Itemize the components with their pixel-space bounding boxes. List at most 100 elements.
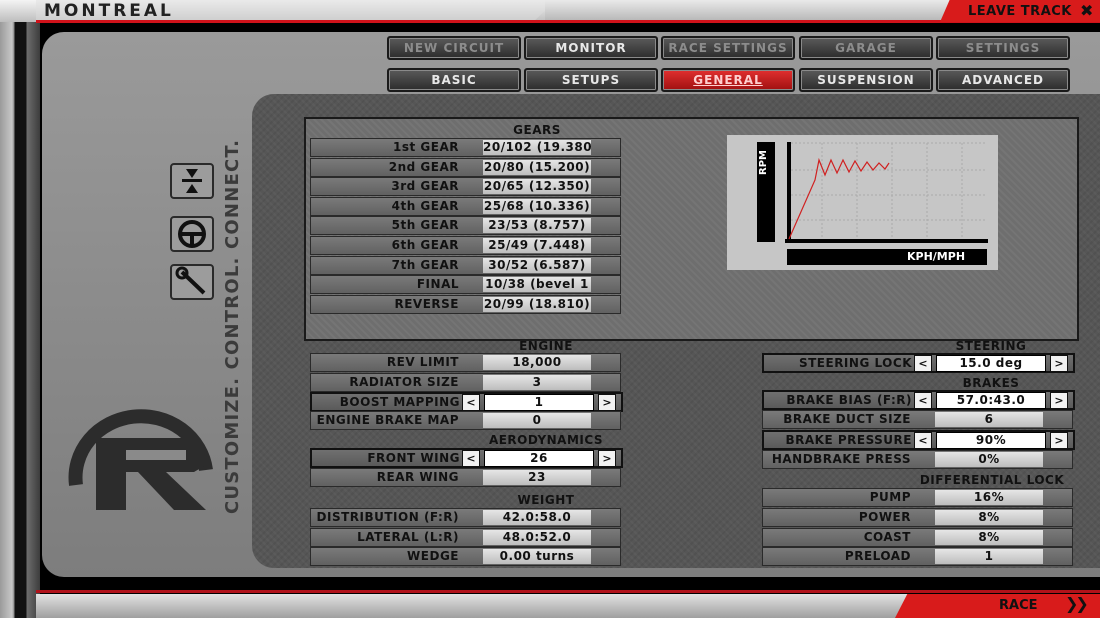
top-bar-strip — [545, 0, 955, 20]
engine-row-2[interactable]: BOOST MAPPING <1 > — [310, 392, 623, 412]
brakes-title: BRAKES — [962, 376, 1020, 390]
setting-label: PUMP — [869, 490, 911, 504]
decrease-arrow-icon[interactable]: < — [914, 392, 932, 409]
setting-label: 3rd GEAR — [391, 179, 459, 194]
setting-label: REAR WING — [376, 470, 459, 484]
leave-track-label: LEAVE TRACK — [968, 4, 1072, 19]
increase-arrow-icon[interactable]: > — [1050, 432, 1068, 449]
setting-value: 23/53 (8.757) — [483, 218, 591, 234]
tab-monitor[interactable]: MONITOR — [524, 36, 658, 60]
setting-value[interactable]: 26 — [484, 450, 594, 467]
race-label: RACE — [999, 598, 1038, 613]
left-frame — [0, 0, 40, 618]
venue-title: MONTREAL — [44, 1, 174, 21]
setting-value: 0.00 turns — [483, 549, 591, 564]
setting-value: 18,000 — [483, 355, 591, 370]
diff-row-0: PUMP 16% — [762, 488, 1073, 507]
decrease-arrow-icon[interactable]: < — [914, 432, 932, 449]
diff-row-1: POWER 8% — [762, 508, 1073, 527]
compress-arrows-icon[interactable] — [170, 163, 214, 199]
setting-value: 23 — [483, 470, 591, 485]
tab-garage[interactable]: GARAGE — [799, 36, 933, 60]
setting-label: 5th GEAR — [391, 218, 459, 233]
setting-label: COAST — [863, 530, 911, 544]
steering-row-0[interactable]: STEERING LOCK <15.0 deg > — [762, 353, 1075, 373]
engine-title: ENGINE — [519, 339, 573, 353]
gears-title: GEARS — [513, 123, 561, 137]
aero-title: AERODYNAMICS — [488, 433, 604, 447]
subtab-general[interactable]: GENERAL — [661, 68, 795, 92]
gear-row-0: 1st GEAR 20/102 (19.380 — [310, 138, 621, 157]
increase-arrow-icon[interactable]: > — [1050, 392, 1068, 409]
subtab-suspension[interactable]: SUSPENSION — [799, 68, 933, 92]
setting-value: 0% — [935, 452, 1043, 467]
weight-row-1: LATERAL (L:R) 48.0:52.0 — [310, 528, 621, 547]
setting-label: 1st GEAR — [393, 140, 459, 154]
tab-settings[interactable]: SETTINGS — [936, 36, 1070, 60]
setting-label: 6th GEAR — [391, 238, 459, 252]
subtab-setups[interactable]: SETUPS — [524, 68, 658, 92]
subtab-advanced[interactable]: ADVANCED — [936, 68, 1070, 92]
setting-label: 7th GEAR — [391, 257, 459, 272]
decrease-arrow-icon[interactable]: < — [462, 394, 480, 411]
decrease-arrow-icon[interactable]: < — [462, 450, 480, 467]
setting-value: 20/80 (15.200) — [483, 159, 591, 175]
wrench-icon[interactable] — [170, 264, 214, 300]
brakes-row-0[interactable]: BRAKE BIAS (F:R) <57.0:43.0 > — [762, 390, 1075, 410]
gear-row-2: 3rd GEAR 20/65 (12.350) — [310, 177, 621, 197]
setting-label: STEERING LOCK — [798, 356, 912, 370]
logo-icon — [56, 390, 216, 515]
aero-row-0[interactable]: FRONT WING <26 > — [310, 448, 623, 468]
setting-value: 20/99 (18.810) — [483, 296, 591, 312]
setting-label: ENGINE BRAKE MAP — [316, 413, 459, 427]
race-button[interactable]: RACE ❯❯ — [895, 594, 1100, 618]
graph-ylabel: RPM — [758, 150, 769, 175]
increase-arrow-icon[interactable]: > — [1050, 355, 1068, 372]
close-icon: ✖ — [1080, 1, 1094, 20]
setting-value: 20/102 (19.380 — [483, 140, 591, 155]
setting-value: 6 — [935, 412, 1043, 427]
weight-row-2: WEDGE 0.00 turns — [310, 547, 621, 566]
tab-race-settings[interactable]: RACE SETTINGS — [661, 36, 795, 60]
engine-row-1: RADIATOR SIZE 3 — [310, 373, 621, 392]
setting-value: 25/68 (10.336) — [483, 198, 591, 214]
gear-row-5: 6th GEAR 25/49 (7.448) — [310, 236, 621, 255]
bottom-red-line — [36, 590, 1100, 593]
setting-label: REV LIMIT — [386, 355, 459, 369]
gear-row-3: 4th GEAR 25/68 (10.336) — [310, 196, 621, 216]
setting-value[interactable]: 90% — [936, 432, 1046, 449]
gear-row-8: REVERSE 20/99 (18.810) — [310, 294, 621, 314]
subtab-basic[interactable]: BASIC — [387, 68, 521, 92]
setting-value: 0 — [483, 413, 591, 428]
increase-arrow-icon[interactable]: > — [598, 394, 616, 411]
setting-label: PRELOAD — [844, 549, 911, 563]
setting-value[interactable]: 15.0 deg — [936, 355, 1046, 372]
double-chevron-right-icon: ❯❯ — [1065, 594, 1089, 613]
setting-label: BRAKE PRESSURE — [785, 433, 912, 447]
setting-value[interactable]: 57.0:43.0 — [936, 392, 1046, 409]
setting-value: 30/52 (6.587) — [483, 257, 591, 273]
setting-label: RADIATOR SIZE — [349, 375, 459, 389]
setting-value: 10/38 (bevel 1 — [483, 277, 591, 293]
setting-value: 20/65 (12.350) — [483, 179, 591, 195]
setting-value: 16% — [935, 490, 1043, 505]
decrease-arrow-icon[interactable]: < — [914, 355, 932, 372]
engine-row-0: REV LIMIT 18,000 — [310, 353, 621, 372]
gear-row-4: 5th GEAR 23/53 (8.757) — [310, 216, 621, 236]
increase-arrow-icon[interactable]: > — [598, 450, 616, 467]
steering-wheel-icon[interactable] — [170, 216, 214, 252]
tab-new-circuit[interactable]: NEW CIRCUIT — [387, 36, 521, 60]
setting-value: 8% — [935, 510, 1043, 525]
brakes-row-2[interactable]: BRAKE PRESSURE <90% > — [762, 430, 1075, 450]
aero-row-1: REAR WING 23 — [310, 468, 621, 487]
brakes-row-3: HANDBRAKE PRESS 0% — [762, 450, 1073, 469]
setting-label: 4th GEAR — [391, 198, 459, 213]
setting-label: BOOST MAPPING — [339, 395, 460, 409]
setting-value[interactable]: 1 — [484, 394, 594, 411]
brakes-row-1: BRAKE DUCT SIZE 6 — [762, 410, 1073, 429]
setting-label: POWER — [858, 510, 911, 524]
weight-title: WEIGHT — [517, 493, 575, 507]
gear-row-7: FINAL 10/38 (bevel 1 — [310, 275, 621, 295]
setting-label: 2nd GEAR — [388, 159, 459, 174]
leave-track-button[interactable]: LEAVE TRACK ✖ — [940, 0, 1100, 22]
